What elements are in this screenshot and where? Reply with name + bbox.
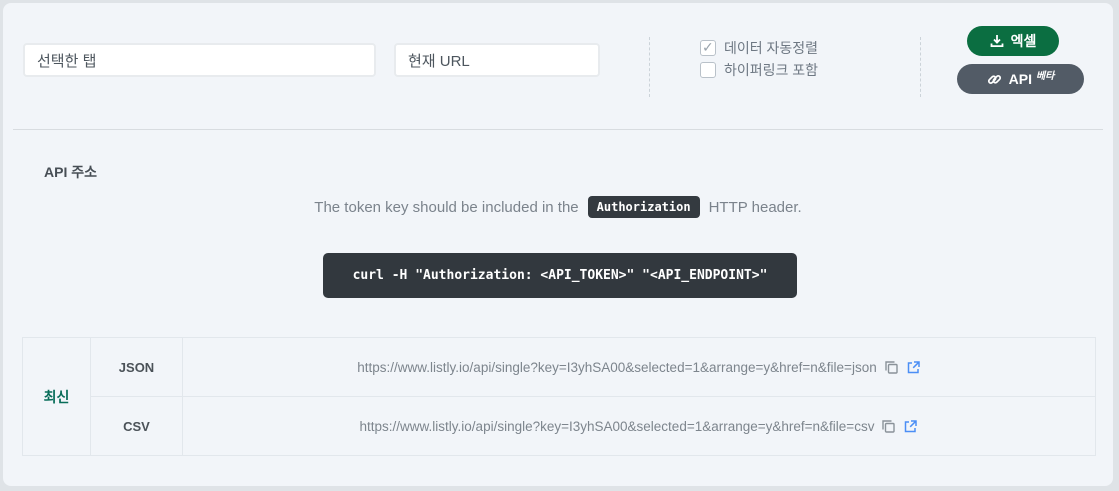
external-link-icon[interactable] (906, 360, 921, 375)
current-url-input[interactable] (394, 43, 600, 77)
table-row-json: 최신 JSON https://www.listly.io/api/single… (22, 337, 1096, 456)
copy-icon[interactable] (884, 360, 899, 375)
api-section-title: API 주소 (44, 164, 97, 180)
token-note-prefix: The token key should be included in the (314, 198, 579, 216)
export-panel: 데이터 자동정렬 하이퍼링크 포함 엑셀 API 베타 (3, 3, 1113, 486)
download-icon (990, 34, 1004, 48)
hyperlink-checkbox-box[interactable] (700, 62, 716, 78)
export-options: 데이터 자동정렬 하이퍼링크 포함 (700, 39, 819, 84)
autosort-checkbox-label: 데이터 자동정렬 (724, 40, 819, 56)
curl-command-block: curl -H "Authorization: <API_TOKEN>" "<A… (323, 253, 797, 298)
autosort-checkbox-box[interactable] (700, 39, 716, 56)
token-note: The token key should be included in the … (3, 196, 1113, 218)
excel-button-label: 엑셀 (1010, 33, 1037, 49)
section-divider (13, 129, 1103, 130)
link-icon (987, 72, 1002, 87)
api-button[interactable]: API 베타 (957, 64, 1084, 94)
external-link-icon[interactable] (903, 419, 918, 434)
vertical-dashed-divider (649, 37, 650, 97)
checkbox-hyperlink[interactable]: 하이퍼링크 포함 (700, 62, 818, 78)
token-note-suffix: HTTP header. (708, 198, 802, 216)
vertical-dashed-divider (920, 37, 921, 97)
hyperlink-checkbox-label: 하이퍼링크 포함 (724, 62, 819, 78)
selected-tab-input[interactable] (23, 43, 376, 77)
json-format-label: JSON (90, 337, 183, 397)
curl-command-text: curl -H "Authorization: <API_TOKEN>" "<A… (352, 268, 768, 283)
json-api-url: https://www.listly.io/api/single?key=I3y… (357, 359, 877, 375)
checkbox-autosort[interactable]: 데이터 자동정렬 (700, 39, 819, 56)
csv-api-url: https://www.listly.io/api/single?key=I3y… (359, 418, 875, 434)
api-button-label: API (1008, 71, 1032, 87)
table-row-csv: CSV https://www.listly.io/api/single?key… (23, 396, 1096, 456)
beta-badge: 베타 (1035, 71, 1055, 82)
latest-group-label: 최신 (22, 337, 91, 456)
excel-export-button[interactable]: 엑셀 (967, 26, 1059, 56)
api-url-table: 최신 JSON https://www.listly.io/api/single… (22, 337, 1096, 456)
authorization-badge: Authorization (587, 196, 700, 218)
csv-format-label: CSV (90, 396, 183, 456)
copy-icon[interactable] (881, 419, 896, 434)
